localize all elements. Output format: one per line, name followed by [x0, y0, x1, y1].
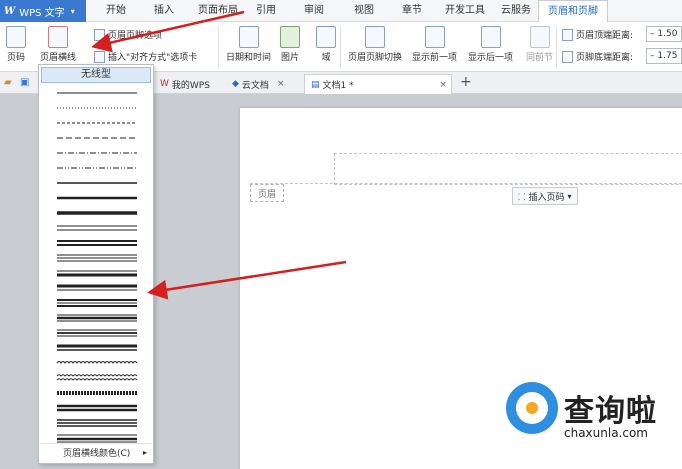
line-style-thick-thin-thick[interactable]	[57, 299, 137, 307]
header-line-color-item[interactable]: 页眉横线颜色(C) ▸	[41, 443, 151, 461]
cloud-icon: ◆	[232, 79, 239, 89]
line-style-thin-thick[interactable]	[57, 270, 137, 277]
next-icon	[480, 26, 501, 48]
watermark: 查询啦 chaxunla.com	[506, 382, 682, 450]
line-style-thin-medium-thin[interactable]	[57, 329, 137, 337]
header-top-distance-input[interactable]: – 1.50	[646, 26, 682, 42]
previous-icon	[424, 26, 445, 48]
field-icon	[316, 26, 336, 48]
chevron-down-icon: ▾	[567, 191, 572, 201]
page-number-icon: ⸬	[518, 192, 526, 203]
line-style-double-thick[interactable]	[57, 240, 137, 246]
watermark-title: 查询啦	[564, 394, 657, 429]
line-style-thick-thin[interactable]	[57, 284, 137, 291]
header-region[interactable]	[334, 153, 682, 185]
insert-page-number-button[interactable]: ⸬ 插入页码 ▾	[512, 187, 578, 205]
wps-logo-icon: W	[4, 5, 16, 17]
wps-icon: W	[160, 79, 169, 89]
search-logo-icon	[506, 382, 558, 434]
tab-header-footer[interactable]: 页眉和页脚	[538, 0, 608, 23]
app-title: WPS 文字	[19, 7, 65, 19]
line-style-none[interactable]: 无线型	[41, 67, 151, 83]
tab-insert[interactable]: 插入	[146, 0, 182, 22]
header-line-icon	[48, 26, 68, 48]
insert-align-tab-button[interactable]: 插入"对齐方式"选项卡	[94, 50, 197, 63]
picture-button[interactable]: 图片	[280, 26, 300, 63]
tab-developer[interactable]: 开发工具	[440, 0, 490, 22]
line-style-wave[interactable]	[56, 361, 138, 364]
picture-icon	[280, 26, 300, 48]
app-menu-button[interactable]: W WPS 文字 ▾	[0, 0, 86, 22]
page-number-button[interactable]: 页码	[6, 26, 26, 63]
ribbon-divider	[218, 26, 219, 68]
chevron-right-icon: ▸	[142, 448, 147, 457]
tab-my-wps[interactable]: W 我的WPS	[154, 74, 224, 94]
header-footer-options-button[interactable]: 页眉页脚选项	[94, 28, 162, 41]
header-line-label: 页眉横线	[40, 53, 77, 63]
header-line-button[interactable]: 页眉横线	[40, 26, 76, 63]
spin-minus-icon[interactable]: –	[650, 51, 655, 61]
ribbon-divider	[556, 26, 557, 68]
folder-icon[interactable]: ▰	[4, 77, 12, 88]
page-number-label: 页码	[6, 53, 25, 63]
line-style-thin-thick-thin-large[interactable]	[57, 434, 137, 443]
tab-references[interactable]: 引用	[250, 0, 282, 22]
tab-section[interactable]: 章节	[396, 0, 428, 22]
header-line-dropdown: 无线型 页眉横线颜色(C) ▸	[38, 64, 154, 464]
line-style-double-wave[interactable]	[56, 374, 138, 381]
show-previous-button[interactable]: 显示前一项	[412, 26, 457, 63]
tab-review[interactable]: 审阅	[298, 0, 330, 22]
menu-bar: W WPS 文字 ▾ 开始 插入 页面布局 引用 审阅 视图 章节 开发工具 云…	[0, 0, 682, 23]
show-next-button[interactable]: 显示后一项	[468, 26, 513, 63]
tab-document1[interactable]: ▤ 文档1 * ×	[304, 74, 452, 94]
ribbon-divider	[340, 26, 341, 68]
switch-icon	[365, 26, 385, 48]
header-tag: 页眉	[250, 184, 284, 202]
line-style-double[interactable]	[57, 225, 137, 231]
chevron-down-icon: ▾	[70, 6, 75, 16]
spin-minus-icon[interactable]: –	[650, 29, 655, 39]
tab-cloud-docs[interactable]: ◆ 云文档 ×	[226, 74, 302, 94]
close-icon[interactable]: ×	[277, 79, 285, 89]
add-tab-button[interactable]: +	[460, 74, 472, 90]
line-style-thick-medium[interactable]	[57, 344, 137, 351]
line-style-thin-thick-thin[interactable]	[57, 314, 137, 322]
same-as-previous-button[interactable]: 同前节	[526, 26, 553, 63]
header-distance-icon	[562, 28, 573, 41]
footer-distance-icon	[562, 50, 573, 63]
document-icon: ▤	[311, 79, 320, 90]
line-style-thick-double[interactable]	[57, 404, 137, 412]
line-style-triple[interactable]	[57, 254, 137, 262]
align-tab-icon	[94, 50, 105, 63]
watermark-site: chaxunla.com	[564, 426, 648, 440]
close-icon[interactable]: ×	[439, 80, 447, 90]
calendar-icon	[238, 26, 259, 48]
header-top-distance-label: 页眉顶端距离:	[562, 28, 633, 41]
tab-cloud[interactable]: 云服务	[496, 0, 536, 22]
line-style-triple-thick[interactable]	[57, 419, 137, 427]
save-icon[interactable]: ▣	[20, 77, 29, 88]
field-button[interactable]: 域	[316, 26, 336, 63]
page-number-icon	[6, 26, 26, 48]
footer-bottom-distance-label: 页脚底端距离:	[562, 50, 633, 63]
tab-home[interactable]: 开始	[98, 0, 134, 22]
header-divider	[250, 183, 682, 184]
tab-page-layout[interactable]: 页面布局	[192, 0, 244, 22]
switch-header-footer-button[interactable]: 页眉页脚切换	[348, 26, 402, 63]
line-style-list	[56, 92, 138, 443]
same-as-previous-icon	[529, 26, 550, 48]
footer-bottom-distance-input[interactable]: – 1.75	[646, 48, 682, 64]
tab-view[interactable]: 视图	[348, 0, 380, 22]
options-icon	[94, 28, 105, 41]
date-time-button[interactable]: 日期和时间	[226, 26, 271, 63]
